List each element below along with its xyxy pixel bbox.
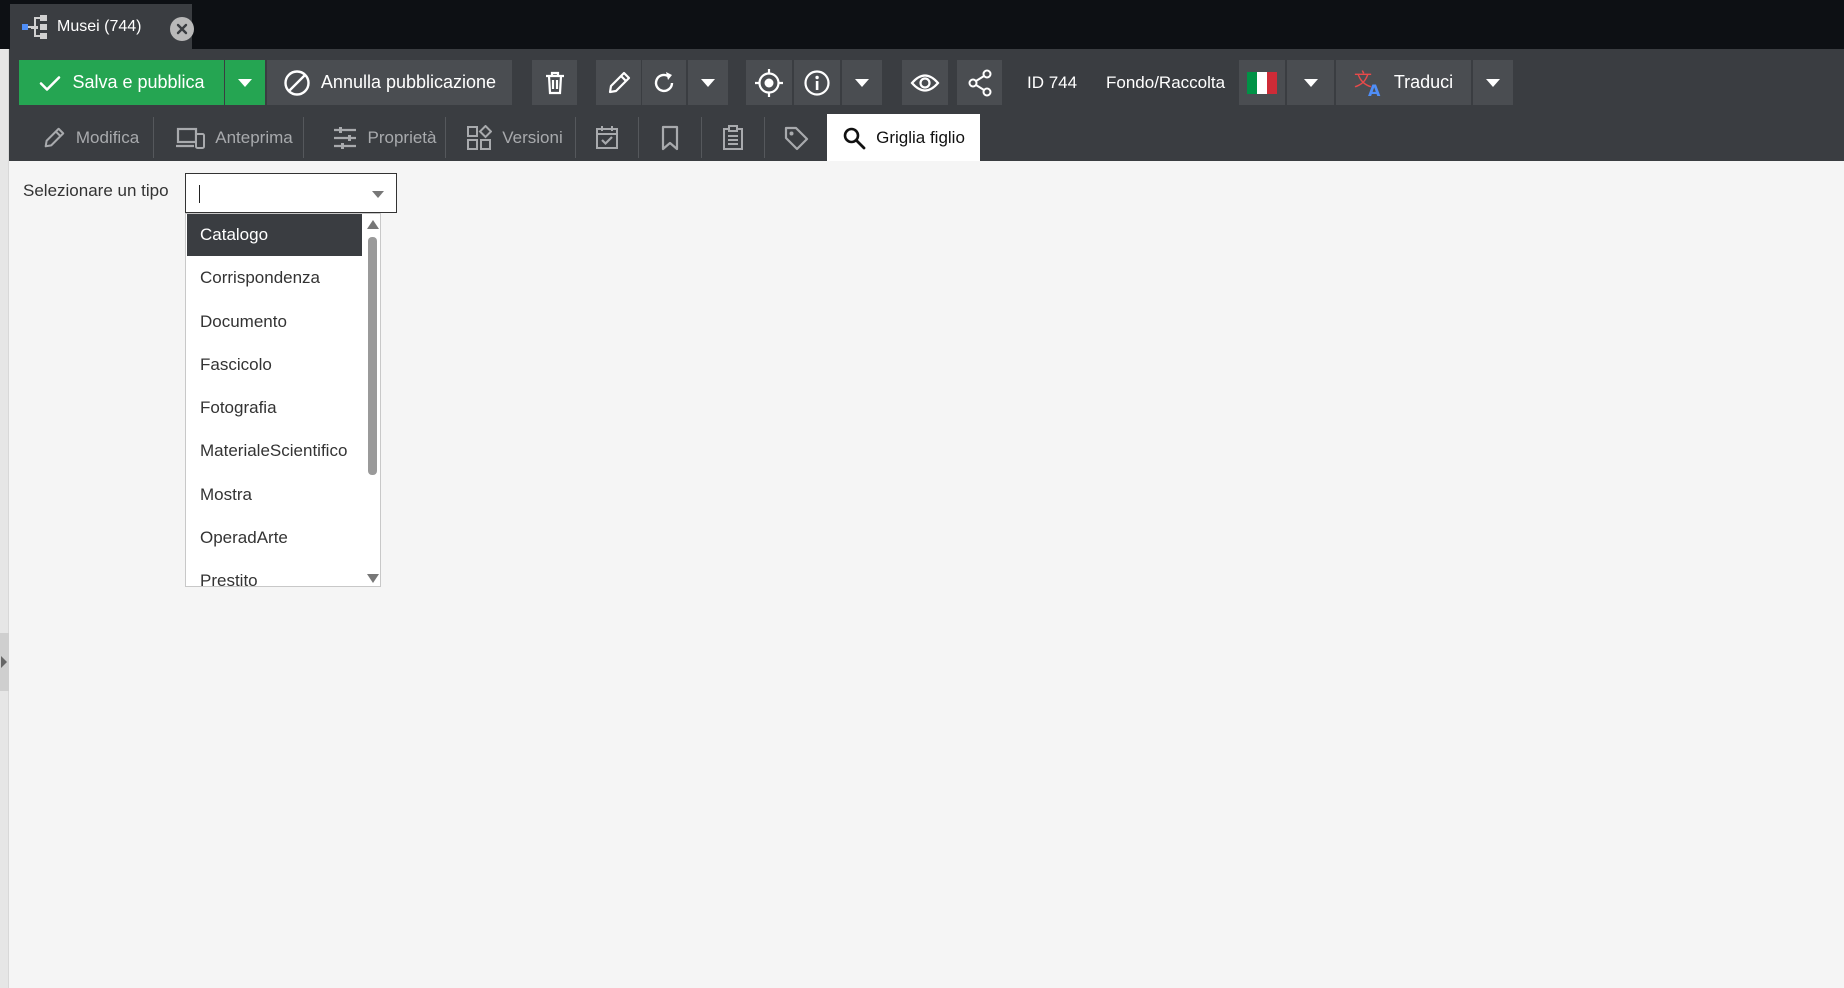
tab-divider (445, 117, 446, 158)
chevron-down-icon (1485, 78, 1501, 88)
option-materialescientifico[interactable]: MaterialeScientifico (187, 430, 362, 472)
options-scrollbar[interactable] (364, 214, 380, 586)
collapsed-sidebar-edge (0, 49, 9, 988)
document-tab[interactable]: Musei (744) (10, 4, 194, 49)
chevron-down-icon (237, 78, 253, 88)
tab-bookmark[interactable] (639, 114, 701, 161)
bookmark-icon (660, 125, 680, 151)
clipboard-icon (721, 124, 745, 151)
check-icon (38, 71, 62, 95)
grid-shapes-icon (466, 124, 493, 151)
translate-icon: 文A (1354, 69, 1384, 97)
italy-flag-icon (1247, 71, 1277, 94)
translate-button[interactable]: 文A Traduci (1336, 60, 1471, 105)
tag-icon (783, 125, 809, 151)
tab-preview-label: Anteprima (215, 127, 293, 147)
scroll-up-arrow-icon[interactable] (367, 220, 379, 229)
save-publish-label: Salva e pubblica (72, 72, 205, 92)
chevron-down-icon (1303, 78, 1319, 88)
option-prestito[interactable]: Prestito (187, 560, 362, 586)
document-tab-bar: Musei (744) (0, 0, 1844, 49)
action-toolbar: Salva e pubblica Annulla pubblicazione I… (9, 49, 1844, 114)
chevron-down-icon[interactable] (372, 191, 384, 198)
language-button[interactable] (1239, 60, 1285, 105)
option-fascicolo[interactable]: Fascicolo (187, 344, 362, 386)
calendar-check-icon (594, 125, 620, 151)
translate-options-dropdown-button[interactable] (1473, 60, 1513, 105)
tab-child-grid-label: Griglia figlio (876, 127, 965, 147)
save-options-dropdown-button[interactable] (225, 60, 265, 105)
unpublish-label: Annulla pubblicazione (320, 72, 497, 92)
select-type-label: Selezionare un tipo (23, 181, 169, 200)
tree-structure-icon (21, 14, 49, 40)
document-type-label: Fondo/Raccolta (1106, 73, 1226, 92)
search-icon (842, 126, 866, 150)
scrollbar-thumb[interactable] (368, 237, 377, 475)
translate-label: Traduci (1393, 72, 1454, 92)
close-icon[interactable] (170, 17, 194, 41)
tab-versions[interactable]: Versioni (450, 114, 579, 161)
locate-in-tree-button[interactable] (746, 60, 792, 105)
tab-tags[interactable] (765, 114, 827, 161)
tab-divider (153, 117, 154, 158)
refresh-options-dropdown-button[interactable] (688, 60, 728, 105)
option-corrispondenza[interactable]: Corrispondenza (187, 257, 362, 299)
share-icon (967, 69, 993, 97)
tab-edit-label: Modifica (75, 127, 140, 147)
editor-tabs: Modifica Anteprima Proprietà Versioni Gr… (9, 114, 1844, 161)
option-mostra[interactable]: Mostra (187, 474, 362, 516)
text-cursor (199, 185, 200, 203)
tab-schedule[interactable] (576, 114, 637, 161)
tab-properties[interactable]: Proprietà (309, 114, 459, 161)
share-button[interactable] (957, 60, 1002, 105)
delete-button[interactable] (532, 60, 577, 105)
tab-versions-label: Versioni (502, 127, 563, 147)
option-fotografia[interactable]: Fotografia (187, 387, 362, 429)
tab-edit[interactable]: Modifica (19, 114, 162, 161)
document-id-label: ID 744 (1027, 73, 1078, 92)
refresh-button[interactable] (642, 60, 686, 105)
svg-text:A: A (1368, 81, 1381, 97)
eye-icon (910, 72, 940, 94)
save-publish-button[interactable]: Salva e pubblica (19, 60, 224, 105)
option-documento[interactable]: Documento (187, 301, 362, 343)
tab-child-grid[interactable]: Griglia figlio (827, 114, 980, 161)
info-options-dropdown-button[interactable] (842, 60, 882, 105)
sliders-icon (332, 126, 358, 150)
info-button[interactable] (794, 60, 840, 105)
tab-notes[interactable] (702, 114, 764, 161)
edit-button[interactable] (596, 60, 641, 105)
crosshair-icon (754, 68, 784, 98)
option-catalogo[interactable]: Catalogo (187, 214, 362, 256)
tab-properties-label: Proprietà (367, 127, 437, 147)
trash-icon (543, 70, 567, 96)
chevron-down-icon (854, 78, 870, 88)
document-tab-title: Musei (744) (57, 17, 142, 35)
pencil-icon (606, 70, 632, 96)
expand-sidebar-handle[interactable] (0, 633, 9, 691)
option-operadarte[interactable]: OperadArte (187, 517, 362, 559)
refresh-icon (651, 70, 677, 96)
unpublish-button[interactable]: Annulla pubblicazione (267, 60, 512, 105)
tab-preview[interactable]: Anteprima (161, 114, 307, 161)
language-dropdown-button[interactable] (1287, 60, 1334, 105)
type-combobox[interactable] (185, 173, 397, 213)
scroll-down-arrow-icon[interactable] (367, 574, 379, 583)
type-options-list: Catalogo Corrispondenza Documento Fascic… (185, 213, 381, 587)
chevron-down-icon (700, 78, 716, 88)
preview-button[interactable] (902, 60, 948, 105)
info-icon (803, 69, 831, 97)
devices-icon (175, 126, 206, 150)
ban-icon (283, 69, 311, 97)
tab-divider (303, 117, 304, 158)
pencil-icon (42, 126, 66, 150)
chevron-right-icon (1, 656, 7, 668)
